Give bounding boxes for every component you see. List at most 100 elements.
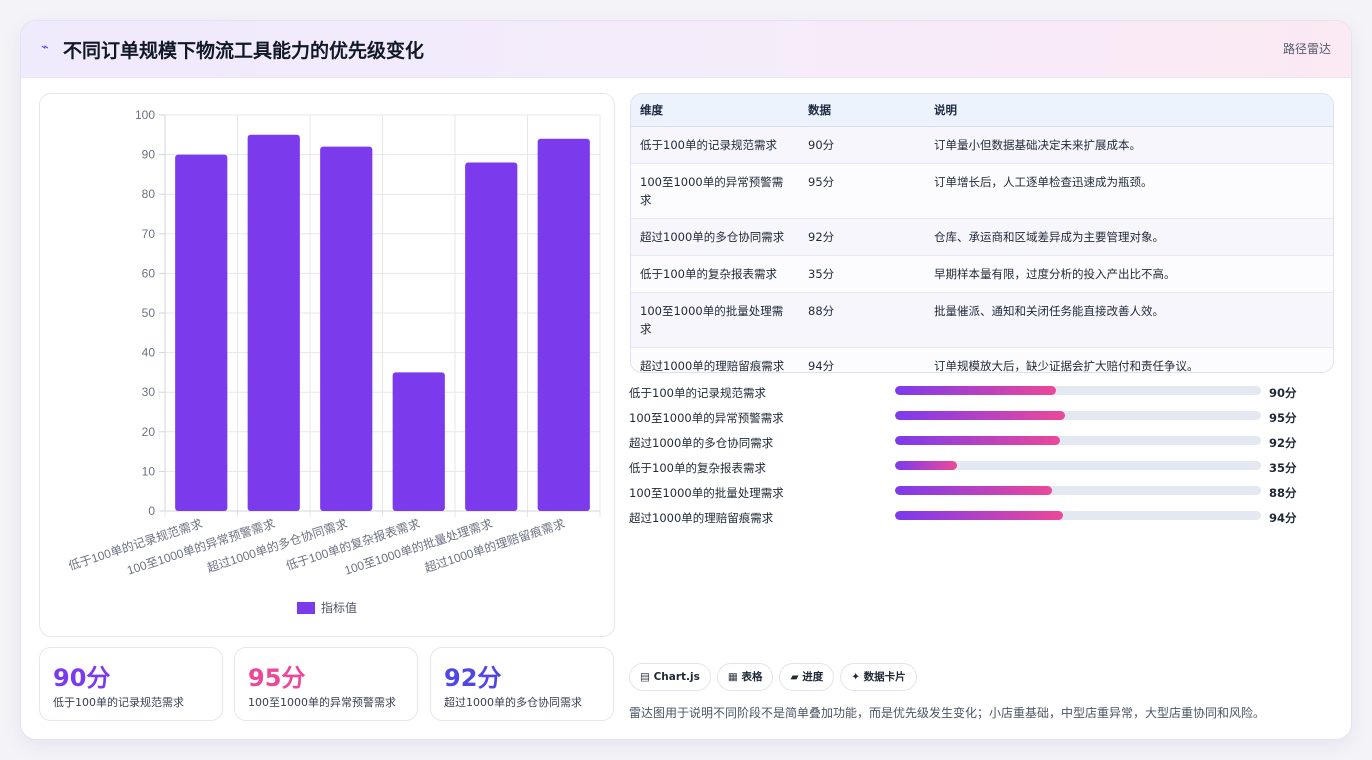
progress-fill [895, 486, 1053, 495]
stat-card-3: 92分 超过1000单的多仓协同需求 [430, 647, 614, 721]
cell-dimension: 超过1000单的理赔留痕需求 [631, 347, 799, 372]
page-title: 不同订单规模下物流工具能力的优先级变化 [63, 40, 425, 62]
bar [175, 154, 228, 511]
progress-value: 88分 [1269, 486, 1297, 500]
progress-label: 低于100单的复杂报表需求 [629, 461, 766, 475]
y-tick-label: 50 [142, 306, 156, 320]
header-tag: 路径雷达 [1282, 42, 1331, 56]
data-table-panel: 维度 数据 说明 低于100单的记录规范需求 90分 订单量小但数据基础决定未来… [630, 93, 1334, 373]
cell-data: 90分 [799, 126, 925, 164]
progress-value: 95分 [1269, 411, 1297, 425]
progress-row: 超过1000单的理赔留痕需求 94分 [629, 508, 1329, 533]
main-card: ⌁ 不同订单规模下物流工具能力的优先级变化 路径雷达 0 10 20 30 40 50 60… [20, 20, 1352, 740]
cell-dimension: 100至1000单的批量处理需求 [631, 292, 799, 348]
progress-track [895, 486, 1261, 495]
progress-value: 90分 [1269, 386, 1297, 400]
progress-fill [895, 386, 1057, 395]
chip-chartjs[interactable]: ▤ Chart.js [629, 663, 711, 691]
cell-description: 订单增长后，人工逐单检查迅速成为瓶颈。 [925, 163, 1333, 219]
cell-description: 仓库、承运商和区域差异成为主要管理对象。 [925, 218, 1333, 256]
table-row: 超过1000单的理赔留痕需求 94分 订单规模放大后，缺少证据会扩大赔付和责任争… [631, 347, 1333, 372]
table-row: 100至1000单的批量处理需求 88分 批量催派、通知和关闭任务能直接改善人效… [631, 292, 1333, 348]
stat-label: 超过1000单的多仓协同需求 [444, 696, 582, 709]
progress-track [895, 511, 1261, 520]
cell-dimension: 低于100单的复杂报表需求 [631, 255, 799, 293]
progress-row: 低于100单的记录规范需求 90分 [629, 383, 1329, 408]
table-row: 低于100单的记录规范需求 90分 订单量小但数据基础决定未来扩展成本。 [631, 126, 1333, 164]
cell-description: 订单量小但数据基础决定未来扩展成本。 [925, 126, 1333, 164]
progress-label: 100至1000单的批量处理需求 [629, 486, 784, 500]
progress-list: 低于100单的记录规范需求 90分 100至1000单的异常预警需求 95分 超… [629, 383, 1329, 533]
y-tick-label: 20 [142, 425, 156, 439]
tech-chips: ▤ Chart.js ▦ 表格 ▰ 进度 ✦ 数据卡片 [629, 663, 923, 691]
y-tick-label: 80 [142, 187, 156, 201]
chip-progress[interactable]: ▰ 进度 [779, 663, 835, 691]
progress-row: 100至1000单的批量处理需求 88分 [629, 483, 1329, 508]
cell-data: 88分 [799, 292, 925, 348]
stat-value: 90分 [53, 664, 111, 692]
y-tick-label: 0 [148, 504, 155, 518]
footnote: 雷达图用于说明不同阶段不是简单叠加功能，而是优先级发生变化；小店重基础，中型店重… [629, 706, 1266, 720]
progress-track [895, 386, 1261, 395]
y-tick-label: 90 [142, 148, 156, 162]
progress-row: 超过1000单的多仓协同需求 92分 [629, 433, 1329, 458]
progress-fill [895, 436, 1060, 445]
progress-value: 92分 [1269, 436, 1297, 450]
progress-track [895, 461, 1261, 470]
data-table: 维度 数据 说明 低于100单的记录规范需求 90分 订单量小但数据基础决定未来… [631, 94, 1333, 372]
cell-data: 35分 [799, 255, 925, 293]
cell-dimension: 低于100单的记录规范需求 [631, 126, 799, 164]
y-tick-label: 40 [142, 346, 156, 360]
chip-data-card[interactable]: ✦ 数据卡片 [840, 663, 917, 691]
progress-label: 100至1000单的异常预警需求 [629, 411, 784, 425]
bar [247, 134, 300, 512]
progress-row: 低于100单的复杂报表需求 35分 [629, 458, 1329, 483]
cell-data: 94分 [799, 347, 925, 372]
y-tick-label: 30 [142, 385, 156, 399]
bar [537, 138, 590, 511]
table-row: 超过1000单的多仓协同需求 92分 仓库、承运商和区域差异成为主要管理对象。 [631, 218, 1333, 256]
progress-fill [895, 461, 958, 470]
legend-label: 指标值 [321, 600, 357, 615]
cell-dimension: 超过1000单的多仓协同需求 [631, 218, 799, 256]
cell-dimension: 100至1000单的异常预警需求 [631, 163, 799, 219]
y-tick-label: 70 [142, 227, 156, 241]
stat-card-2: 95分 100至1000单的异常预警需求 [234, 647, 418, 721]
bar [320, 146, 373, 511]
cell-description: 订单规模放大后，缺少证据会扩大赔付和责任争议。 [925, 347, 1333, 372]
progress-value: 35分 [1269, 461, 1297, 475]
legend-swatch [297, 602, 315, 614]
y-tick-label: 10 [142, 464, 156, 478]
table-row: 低于100单的复杂报表需求 35分 早期样本量有限，过度分析的投入产出比不高。 [631, 255, 1333, 293]
table-row: 100至1000单的异常预警需求 95分 订单增长后，人工逐单检查迅速成为瓶颈。 [631, 163, 1333, 219]
cell-description: 批量催派、通知和关闭任务能直接改善人效。 [925, 292, 1333, 348]
stat-label: 低于100单的记录规范需求 [53, 696, 184, 709]
progress-value: 94分 [1269, 511, 1297, 525]
progress-label: 低于100单的记录规范需求 [629, 386, 766, 400]
stat-label: 100至1000单的异常预警需求 [248, 696, 396, 709]
pulse-icon: ⌁ [41, 40, 49, 55]
progress-row: 100至1000单的异常预警需求 95分 [629, 408, 1329, 433]
cell-data: 92分 [799, 218, 925, 256]
progress-fill [895, 511, 1064, 520]
bar [465, 162, 518, 511]
bar-chart: 0102030405060708090100低于100单的记录规范需求100至1… [66, 108, 601, 615]
progress-label: 超过1000单的理赔留痕需求 [629, 511, 774, 525]
progress-fill [895, 411, 1066, 420]
header-bar: ⌁ 不同订单规模下物流工具能力的优先级变化 路径雷达 [21, 21, 1351, 78]
cell-data: 95分 [799, 163, 925, 219]
col-header-data: 数据 [799, 94, 925, 127]
y-tick-label: 60 [142, 266, 156, 280]
bar [392, 372, 445, 511]
bar-chart-panel: 0 10 20 30 40 50 60 70 80 90 100 低于100单的记录规范需求 100至1… [39, 93, 615, 637]
chip-table[interactable]: ▦ 表格 [716, 663, 774, 691]
progress-track [895, 436, 1261, 445]
stat-value: 92分 [444, 664, 502, 692]
col-header-description: 说明 [925, 94, 1333, 127]
y-tick-label: 100 [135, 108, 155, 122]
progress-label: 超过1000单的多仓协同需求 [629, 436, 774, 450]
progress-track [895, 411, 1261, 420]
col-header-dimension: 维度 [631, 94, 799, 127]
stat-card-1: 90分 低于100单的记录规范需求 [39, 647, 223, 721]
cell-description: 早期样本量有限，过度分析的投入产出比不高。 [925, 255, 1333, 293]
